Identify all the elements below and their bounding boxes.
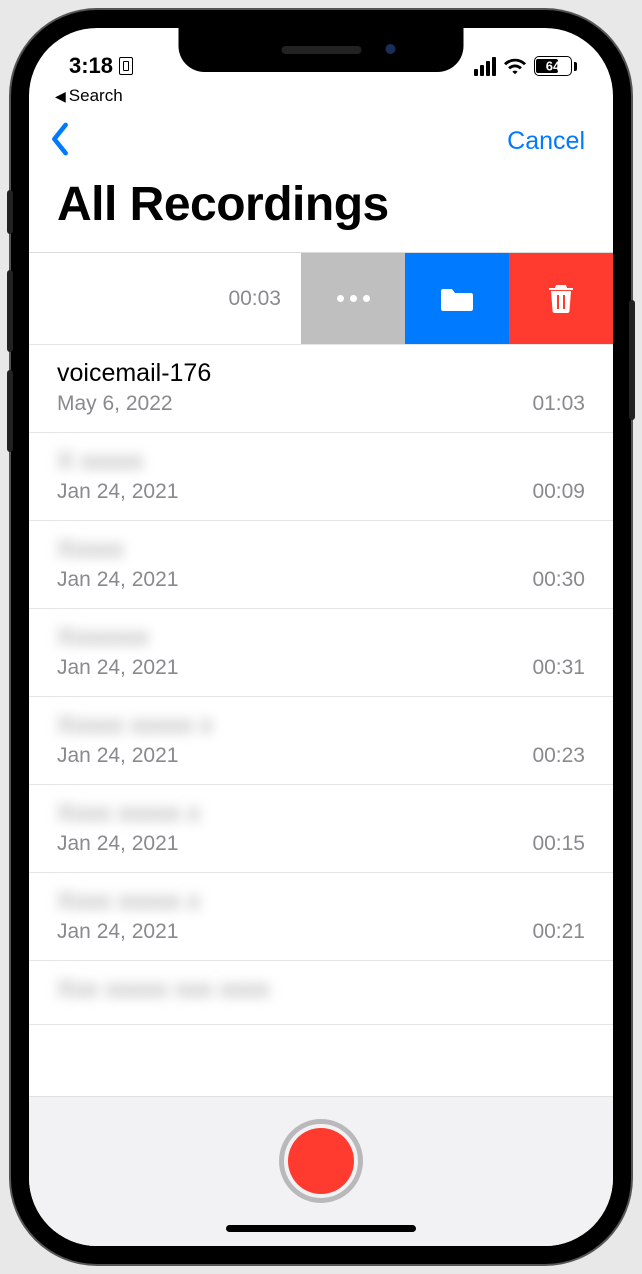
recording-row[interactable]: Xxxx xxxxx x Jan 24, 2021 00:15 [29,785,613,873]
recording-date: May 6, 2022 [57,392,173,416]
recording-row-swiped[interactable]: 00:03 [29,253,613,345]
cancel-button[interactable]: Cancel [507,127,585,156]
nav-bar: Cancel [29,110,613,169]
phone-frame: 3:18 64 ◀ [11,10,631,1264]
recording-row[interactable]: voicemail-176 May 6, 2022 01:03 [29,345,613,433]
notch [179,28,464,72]
recording-row[interactable]: Xxxxxxx Jan 24, 2021 00:31 [29,609,613,697]
recording-row[interactable]: Xxxx xxxxx x Jan 24, 2021 00:21 [29,873,613,961]
recording-duration: 00:31 [532,656,585,680]
cell-signal-icon [474,57,496,76]
back-to-app[interactable]: ◀ Search [29,86,613,110]
recording-row[interactable]: Xxxxx Jan 24, 2021 00:30 [29,521,613,609]
recording-date: Jan 24, 2021 [57,568,178,592]
recordings-list[interactable]: 00:03 voicemail-176 May 6, 2022 01:03 X xxx… [29,252,613,1096]
home-indicator[interactable] [226,1225,416,1232]
recording-title: Xxxxx [57,535,585,564]
recording-duration: 00:30 [532,568,585,592]
wifi-icon [503,57,527,75]
battery-icon: 64 [534,56,577,76]
recording-duration: 00:21 [532,920,585,944]
recording-row-remainder: 00:03 [29,253,301,344]
swipe-action-move[interactable] [405,253,509,344]
phone-volume-down [7,370,13,452]
recording-title: Xxx xxxxx xxx xxxx [57,975,585,1004]
recording-date: Jan 24, 2021 [57,832,178,856]
page-title: All Recordings [29,169,613,252]
recording-row[interactable]: X xxxxx Jan 24, 2021 00:09 [29,433,613,521]
recording-row[interactable]: Xxxxx xxxxx x Jan 24, 2021 00:23 [29,697,613,785]
battery-level: 64 [546,59,560,74]
recording-duration: 00:23 [532,744,585,768]
record-bar [29,1096,613,1246]
recording-title: voicemail-176 [57,359,585,388]
swipe-action-more[interactable] [301,253,405,344]
phone-volume-up [7,270,13,352]
phone-power-button [629,300,635,420]
recording-duration: 00:03 [228,287,281,311]
record-icon [288,1128,354,1194]
recording-title: Xxxx xxxxx x [57,887,585,916]
recording-row[interactable]: Xxx xxxxx xxx xxxx [29,961,613,1025]
back-to-label: Search [69,86,123,106]
sim-icon [119,57,133,75]
recording-date: Jan 24, 2021 [57,744,178,768]
recording-duration: 00:15 [532,832,585,856]
screen: 3:18 64 ◀ [29,28,613,1246]
ellipsis-icon [337,295,370,302]
nav-back-button[interactable] [49,122,71,161]
recording-title: Xxxxxxx [57,623,585,652]
folder-icon [440,285,474,313]
recording-duration: 01:03 [532,392,585,416]
back-triangle-icon: ◀ [55,88,66,105]
swipe-action-delete[interactable] [509,253,613,344]
recording-title: X xxxxx [57,447,585,476]
recording-date: Jan 24, 2021 [57,920,178,944]
chevron-left-icon [49,122,71,156]
status-time: 3:18 [69,53,113,79]
recording-date: Jan 24, 2021 [57,480,178,504]
record-button[interactable] [279,1119,363,1203]
recording-title: Xxxx xxxxx x [57,799,585,828]
trash-icon [548,283,574,315]
recording-date: Jan 24, 2021 [57,656,178,680]
phone-silence-switch [7,190,13,234]
recording-duration: 00:09 [532,480,585,504]
recording-title: Xxxxx xxxxx x [57,711,585,740]
